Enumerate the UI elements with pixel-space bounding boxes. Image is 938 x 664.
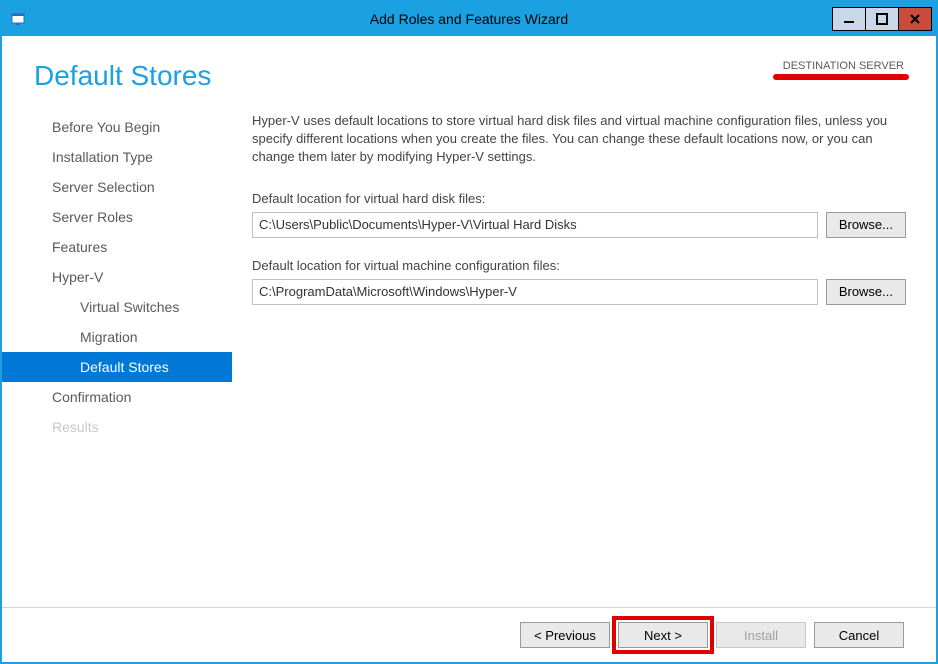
destination-server-text: DESTINATION SERVER: [783, 60, 904, 72]
header-row: Default Stores DESTINATION SERVER: [2, 36, 936, 102]
window-title: Add Roles and Features Wizard: [2, 11, 936, 27]
next-button[interactable]: Next >: [618, 622, 708, 648]
minimize-button[interactable]: [832, 7, 866, 31]
sidebar-item-results: Results: [2, 412, 232, 442]
wizard-steps-sidebar: Before You Begin Installation Type Serve…: [2, 102, 232, 607]
description-text: Hyper-V uses default locations to store …: [252, 112, 906, 167]
app-icon: [10, 11, 26, 27]
sidebar-item-hyper-v[interactable]: Hyper-V: [2, 262, 232, 292]
cancel-button[interactable]: Cancel: [814, 622, 904, 648]
content-area: Default Stores DESTINATION SERVER Before…: [2, 36, 936, 662]
redaction-mark: [773, 74, 909, 80]
wizard-window: Add Roles and Features Wizard Default St…: [0, 0, 938, 664]
vhd-location-row: Browse...: [252, 212, 906, 238]
sidebar-item-confirmation[interactable]: Confirmation: [2, 382, 232, 412]
sidebar-item-features[interactable]: Features: [2, 232, 232, 262]
titlebar: Add Roles and Features Wizard: [2, 2, 936, 36]
window-controls: [833, 7, 932, 31]
vhd-path-input[interactable]: [252, 212, 818, 238]
sidebar-item-server-selection[interactable]: Server Selection: [2, 172, 232, 202]
body-row: Before You Begin Installation Type Serve…: [2, 102, 936, 607]
previous-button[interactable]: < Previous: [520, 622, 610, 648]
sidebar-item-migration[interactable]: Migration: [2, 322, 232, 352]
page-title: Default Stores: [34, 60, 211, 92]
close-button[interactable]: [898, 7, 932, 31]
install-button: Install: [716, 622, 806, 648]
vmconfig-location-row: Browse...: [252, 279, 906, 305]
sidebar-item-virtual-switches[interactable]: Virtual Switches: [2, 292, 232, 322]
vhd-location-label: Default location for virtual hard disk f…: [252, 191, 906, 206]
sidebar-item-default-stores[interactable]: Default Stores: [2, 352, 232, 382]
sidebar-item-before-you-begin[interactable]: Before You Begin: [2, 112, 232, 142]
vmconfig-location-label: Default location for virtual machine con…: [252, 258, 906, 273]
destination-server-label: DESTINATION SERVER: [783, 60, 904, 72]
sidebar-item-server-roles[interactable]: Server Roles: [2, 202, 232, 232]
vhd-browse-button[interactable]: Browse...: [826, 212, 906, 238]
maximize-button[interactable]: [865, 7, 899, 31]
footer-buttons: < Previous Next > Install Cancel: [2, 607, 936, 662]
sidebar-item-installation-type[interactable]: Installation Type: [2, 142, 232, 172]
vmconfig-browse-button[interactable]: Browse...: [826, 279, 906, 305]
main-panel: Hyper-V uses default locations to store …: [232, 102, 916, 607]
vmconfig-path-input[interactable]: [252, 279, 818, 305]
